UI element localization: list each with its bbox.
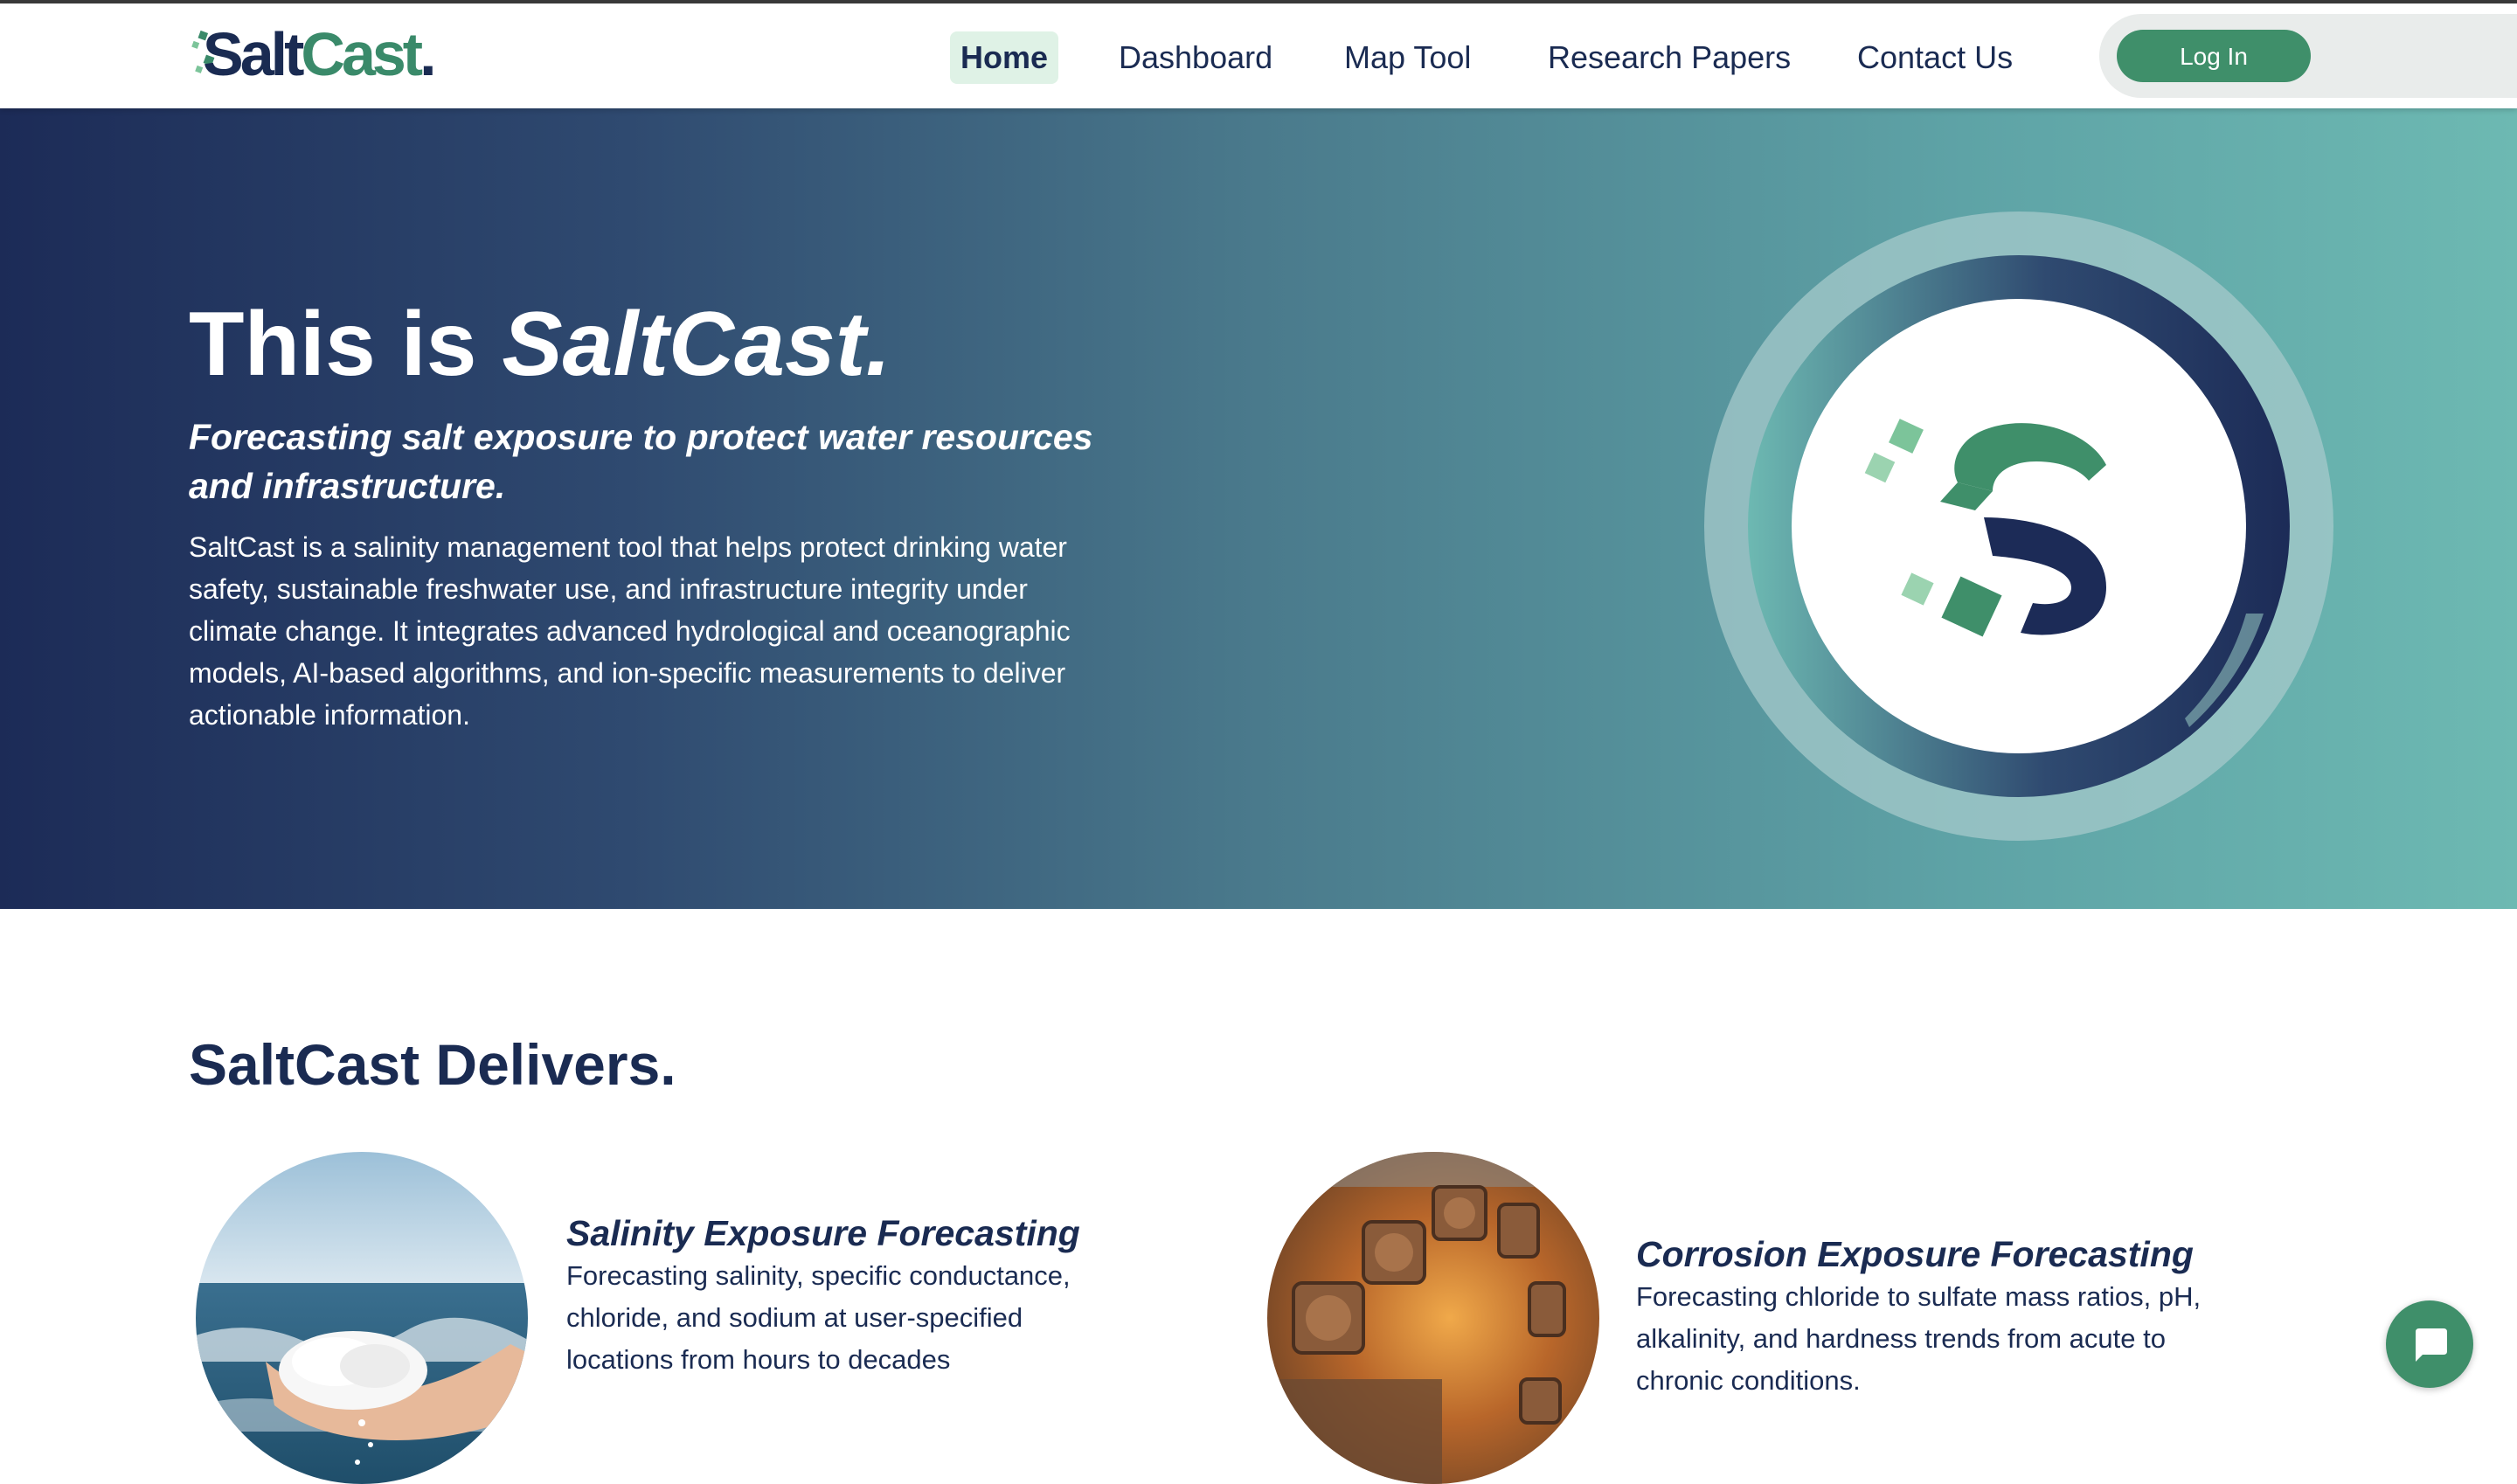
saltcast-emblem-icon — [1704, 212, 2333, 841]
nav-map-tool[interactable]: Map Tool — [1344, 31, 1471, 84]
corrosion-feature-description: Forecasting chloride to sulfate mass rat… — [1636, 1281, 2202, 1396]
hero-subtitle: Forecasting salt exposure to protect wat… — [189, 417, 1093, 506]
logo-wordmark: SaltCast. — [203, 20, 437, 88]
corrosion-feature-image — [1267, 1152, 1599, 1484]
nav-dashboard[interactable]: Dashboard — [1119, 31, 1272, 84]
corrosion-feature-title: Corrosion Exposure Forecasting — [1636, 1234, 2194, 1274]
hero-title-prefix: This is — [189, 294, 503, 395]
login-container: Log In — [2099, 14, 2517, 98]
nav-home[interactable]: Home — [950, 31, 1059, 84]
hero-title-brand: SaltCast. — [502, 294, 891, 395]
saltcast-logo[interactable]: SaltCast. — [189, 21, 451, 94]
salinity-feature-description: Forecasting salinity, specific conductan… — [566, 1260, 1071, 1375]
hero-title: This is SaltCast. — [189, 292, 891, 397]
logo-cast-text: Cast — [301, 20, 423, 88]
salinity-feature-title: Salinity Exposure Forecasting — [566, 1213, 1080, 1253]
hero-section: This is SaltCast. Forecasting salt expos… — [0, 108, 2517, 909]
logo-dot-text: . — [420, 20, 437, 88]
hand-holding-salt-photo-icon — [196, 1152, 528, 1484]
navbar: SaltCast. Home Dashboard Map Tool Resear… — [0, 3, 2517, 108]
salinity-feature-image — [196, 1152, 528, 1484]
hero-description: SaltCast is a salinity management tool t… — [189, 531, 1071, 731]
chat-bubble-icon — [2416, 1328, 2447, 1362]
nav-contact-us[interactable]: Contact Us — [1857, 31, 2013, 84]
rusty-bolts-photo-icon — [1267, 1152, 1599, 1484]
login-button[interactable]: Log In — [2117, 30, 2311, 82]
delivers-title: SaltCast Delivers. — [189, 1032, 676, 1097]
nav-research-papers[interactable]: Research Papers — [1548, 31, 1791, 84]
logo-salt-text: Salt — [203, 20, 304, 88]
chat-button[interactable] — [2386, 1300, 2473, 1388]
